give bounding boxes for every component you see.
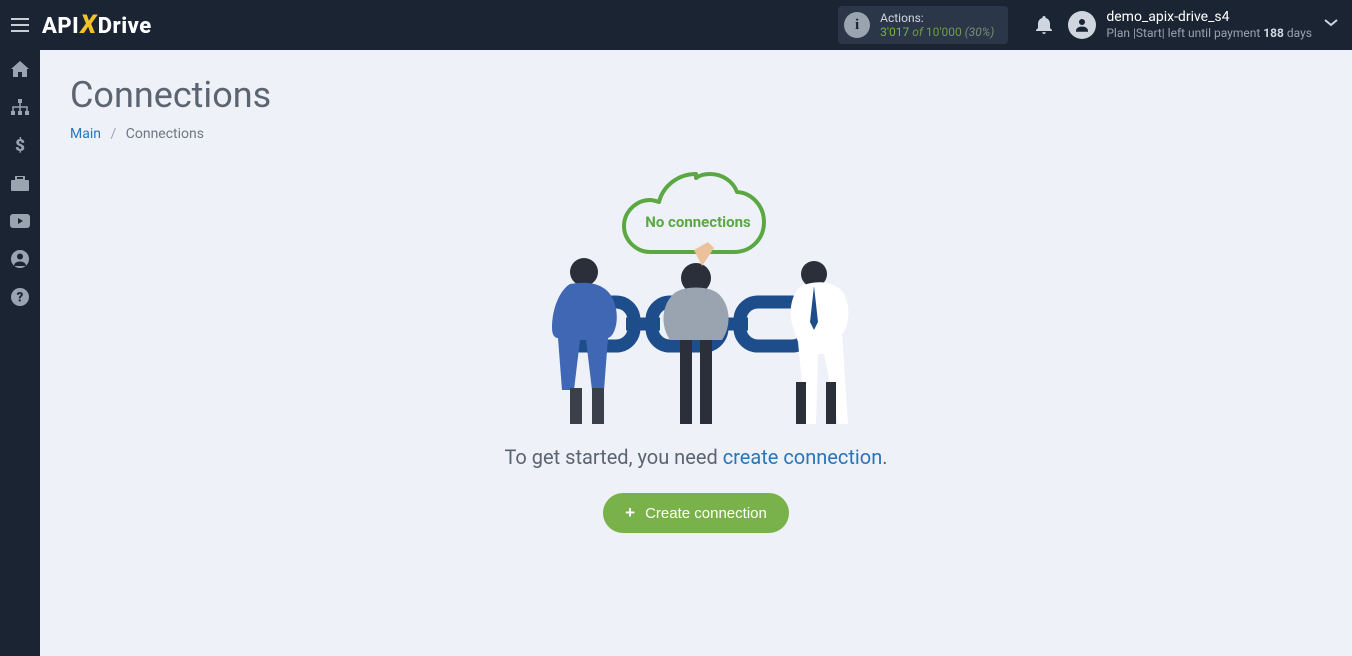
notifications-button[interactable] bbox=[1026, 0, 1062, 50]
sidebar-item-home[interactable] bbox=[0, 50, 40, 88]
logo-part-api: API bbox=[42, 14, 79, 39]
breadcrumb: Main / Connections bbox=[70, 126, 1322, 142]
sidebar-item-account[interactable] bbox=[0, 240, 40, 278]
breadcrumb-sep: / bbox=[110, 126, 116, 142]
chevron-down-icon[interactable] bbox=[1324, 18, 1338, 28]
info-icon: i bbox=[844, 12, 870, 38]
empty-illustration: No connections bbox=[526, 162, 866, 427]
logo[interactable]: API X Drive bbox=[42, 10, 152, 40]
actions-label: Actions: bbox=[880, 11, 994, 25]
cloud-text: No connections bbox=[645, 213, 751, 231]
user-name: demo_apix-drive_s4 bbox=[1106, 9, 1312, 26]
svg-text:$: $ bbox=[15, 136, 25, 154]
create-connection-button[interactable]: + Create connection bbox=[603, 493, 789, 533]
breadcrumb-current: Connections bbox=[126, 126, 204, 142]
create-connection-link[interactable]: create connection bbox=[723, 445, 883, 469]
actions-counter[interactable]: i Actions: 3'017 of 10'000 (30%) bbox=[838, 6, 1008, 44]
sidebar-item-connections[interactable] bbox=[0, 88, 40, 126]
empty-text: To get started, you need create connecti… bbox=[504, 445, 887, 469]
menu-toggle-button[interactable] bbox=[0, 0, 40, 50]
logo-part-drive: Drive bbox=[98, 14, 152, 39]
sidebar: $ ? bbox=[0, 50, 40, 656]
actions-values: 3'017 of 10'000 (30%) bbox=[880, 25, 994, 39]
sidebar-item-briefcase[interactable] bbox=[0, 164, 40, 202]
plus-icon: + bbox=[625, 503, 635, 523]
sidebar-item-billing[interactable]: $ bbox=[0, 126, 40, 164]
avatar-icon bbox=[1068, 11, 1096, 39]
user-menu[interactable]: demo_apix-drive_s4 Plan |Start| left unt… bbox=[1068, 9, 1342, 40]
user-plan: Plan |Start| left until payment 188 days bbox=[1106, 26, 1312, 40]
main-content: Connections Main / Connections No connec… bbox=[40, 50, 1352, 656]
empty-state: No connections bbox=[70, 162, 1322, 533]
sidebar-item-video[interactable] bbox=[0, 202, 40, 240]
logo-part-x: X bbox=[80, 10, 97, 40]
breadcrumb-main[interactable]: Main bbox=[70, 126, 101, 142]
page-title: Connections bbox=[70, 74, 1322, 116]
svg-text:?: ? bbox=[17, 291, 24, 306]
top-bar: API X Drive i Actions: 3'017 of 10'000 (… bbox=[0, 0, 1352, 50]
sidebar-item-help[interactable]: ? bbox=[0, 278, 40, 316]
create-button-label: Create connection bbox=[645, 505, 767, 522]
